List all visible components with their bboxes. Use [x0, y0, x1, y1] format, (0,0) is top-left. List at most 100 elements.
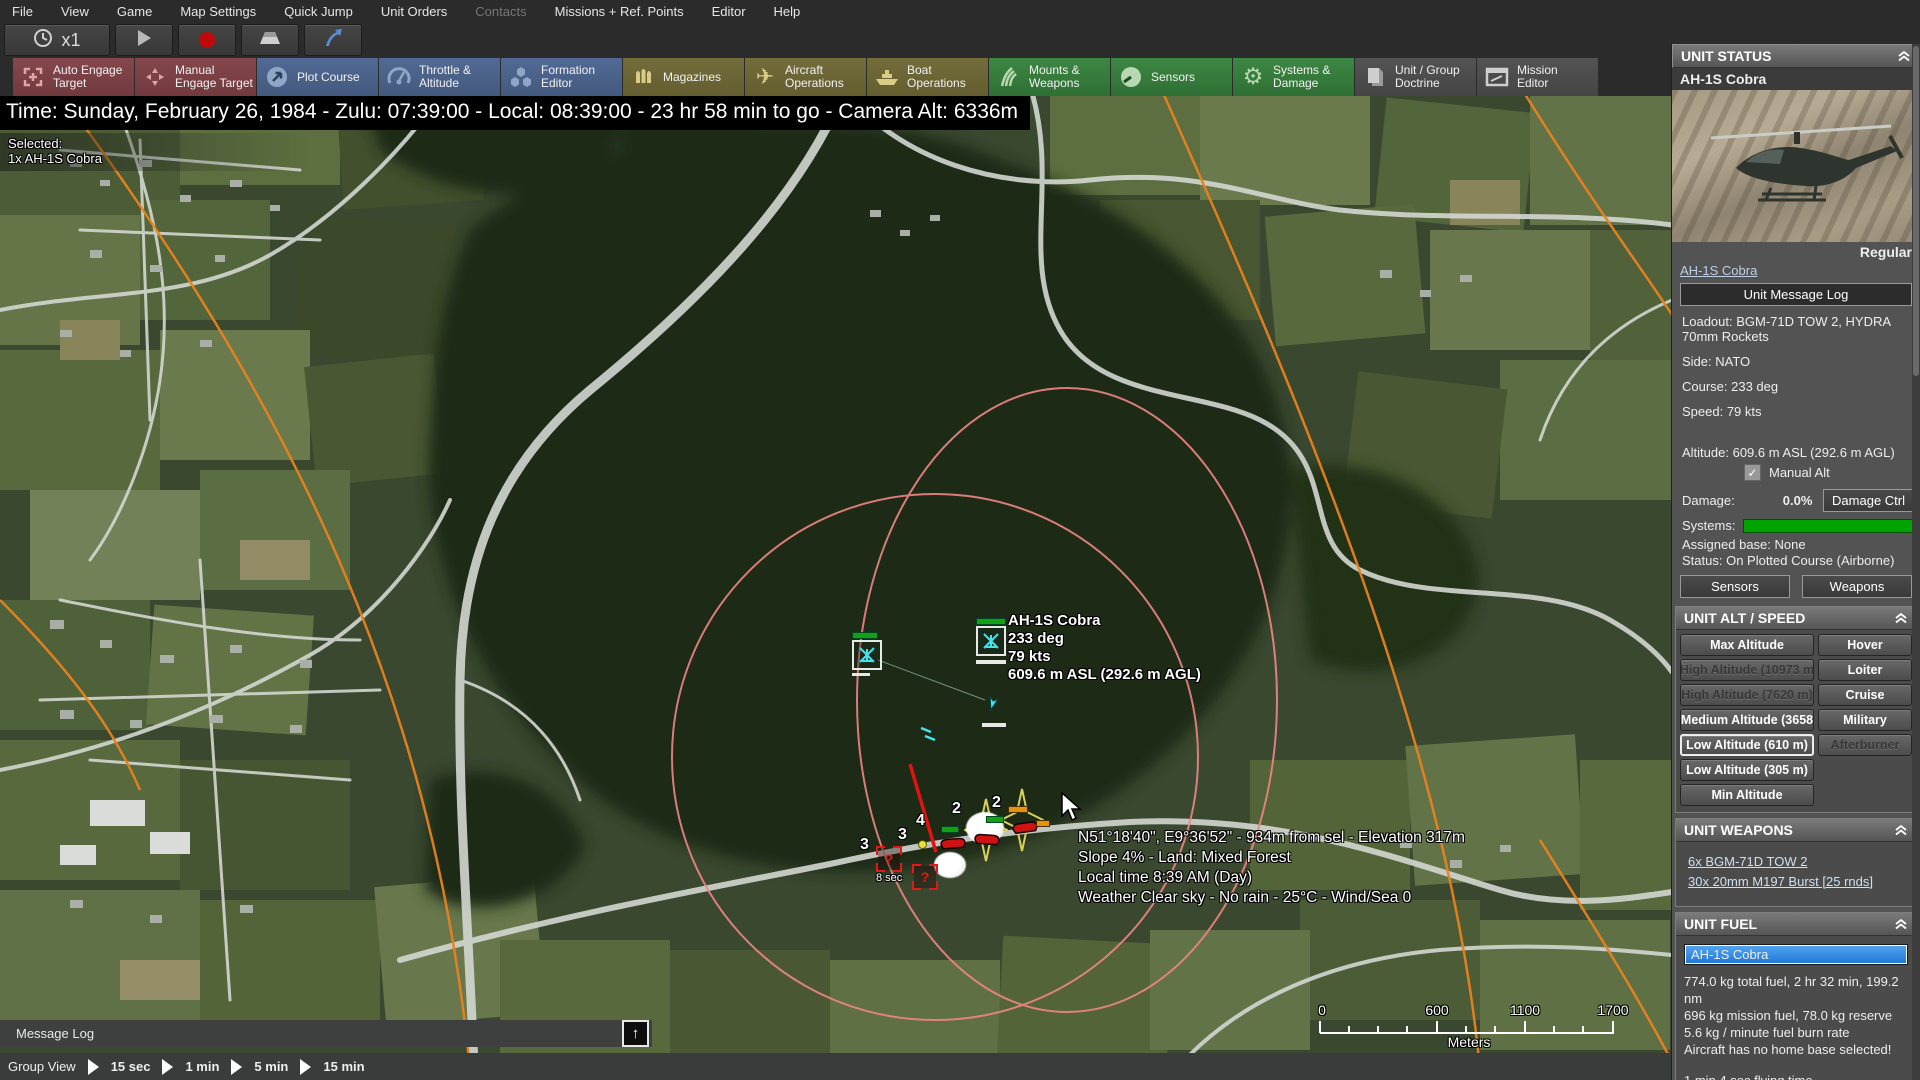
menu-missions-ref-points[interactable]: Missions + Ref. Points — [555, 4, 684, 19]
systems-damage-button[interactable]: ⚙ Systems & Damage — [1233, 58, 1354, 96]
throttle-altitude-button[interactable]: Throttle & Altitude — [379, 58, 500, 96]
unit-base-line — [976, 660, 1006, 664]
menu-help[interactable]: Help — [774, 4, 801, 19]
play-arrow-icon[interactable] — [231, 1058, 243, 1075]
menu-unit-orders[interactable]: Unit Orders — [381, 4, 447, 19]
sidebar-scrollbar[interactable] — [1912, 44, 1920, 1080]
manual-engage-icon — [141, 63, 169, 91]
manual-alt-checkbox[interactable]: ✓ — [1744, 464, 1761, 481]
speed-button-cruise[interactable]: Cruise — [1818, 684, 1912, 706]
unit-status-header[interactable]: UNIT STATUS — [1672, 44, 1920, 68]
weapon-link-m197[interactable]: 30x 20mm M197 Burst [25 rnds] — [1688, 872, 1904, 892]
manual-engage-target-button[interactable]: Manual Engage Target — [135, 58, 256, 96]
unit-weapons-header[interactable]: UNIT WEAPONS — [1676, 819, 1916, 842]
weapons-panel-button[interactable]: Weapons — [1802, 575, 1912, 598]
mounts-weapons-button[interactable]: Mounts & Weapons — [989, 58, 1110, 96]
menu-map-settings[interactable]: Map Settings — [180, 4, 256, 19]
menu-file[interactable]: File — [12, 4, 33, 19]
speed-button-military[interactable]: Military — [1818, 709, 1912, 731]
health-bar-damaged — [1036, 820, 1050, 827]
friendly-unit-icon[interactable] — [852, 632, 882, 676]
magazines-button[interactable]: Magazines — [623, 58, 744, 96]
health-bar — [852, 632, 878, 639]
unit-name-link[interactable]: AH-1S Cobra — [1672, 262, 1765, 279]
health-bar — [986, 816, 1004, 823]
speed-option-15min[interactable]: 15 min — [323, 1059, 364, 1074]
selected-unit-icon[interactable] — [976, 618, 1006, 664]
speed-button-hover[interactable]: Hover — [1818, 634, 1912, 656]
menu-contacts: Contacts — [475, 3, 527, 19]
collapse-icon[interactable] — [1897, 50, 1911, 62]
magazines-icon — [629, 63, 657, 91]
unit-fuel-header[interactable]: UNIT FUEL — [1676, 913, 1916, 936]
unit-fuel-panel: UNIT FUEL AH-1S Cobra 774.0 kg total fue… — [1675, 912, 1917, 1080]
waypoint-dot — [918, 840, 927, 849]
collapse-icon[interactable] — [1894, 918, 1908, 930]
fuel-unit-selected-row[interactable]: AH-1S Cobra — [1684, 944, 1908, 965]
alt-button-min[interactable]: Min Altitude — [1680, 784, 1814, 806]
message-log-bar[interactable]: Message Log ↑ — [0, 1020, 652, 1047]
weapon-link-tow[interactable]: 6x BGM-71D TOW 2 — [1688, 852, 1904, 872]
menu-quick-jump[interactable]: Quick Jump — [284, 4, 353, 19]
group-view-label[interactable]: Group View — [8, 1059, 76, 1074]
aircraft-operations-button[interactable]: ✈ Aircraft Operations — [745, 58, 866, 96]
damage-ctrl-button[interactable]: Damage Ctrl — [1823, 489, 1914, 512]
auto-engage-icon — [19, 63, 47, 91]
record-icon — [199, 32, 215, 48]
sensors-button[interactable]: Sensors — [1111, 58, 1232, 96]
speed-button-loiter[interactable]: Loiter — [1818, 659, 1912, 681]
speed-option-5min[interactable]: 5 min — [254, 1059, 288, 1074]
speed-option-15sec[interactable]: 15 sec — [111, 1059, 151, 1074]
expand-log-button[interactable]: ↑ — [622, 1020, 649, 1047]
record-button[interactable] — [178, 24, 236, 56]
boat-operations-button[interactable]: Boat Operations — [867, 58, 988, 96]
speed-text: Speed: 79 kts — [1682, 404, 1762, 419]
auto-engage-target-button[interactable]: Auto Engage Target — [13, 58, 134, 96]
map-view-button[interactable] — [241, 24, 299, 56]
time-compression-button[interactable]: x1 — [4, 24, 110, 56]
play-button[interactable] — [115, 24, 173, 56]
alt-button-low-610[interactable]: Low Altitude (610 m) — [1680, 734, 1814, 756]
waypoint-number: 3 — [898, 826, 907, 843]
manual-alt-row: ✓ Manual Alt — [1744, 464, 1920, 481]
menu-view[interactable]: View — [61, 4, 89, 19]
collapse-icon[interactable] — [1894, 612, 1908, 624]
play-arrow-icon[interactable] — [300, 1058, 312, 1075]
unit-message-log-button[interactable]: Unit Message Log — [1680, 283, 1912, 306]
alt-button-max[interactable]: Max Altitude — [1680, 634, 1814, 656]
speed-multiplier: x1 — [61, 29, 81, 50]
menu-editor[interactable]: Editor — [712, 4, 746, 19]
alt-button-high-7620: High Altitude (7620 m) — [1680, 684, 1814, 706]
alt-button-low-305[interactable]: Low Altitude (305 m) — [1680, 759, 1814, 781]
enemy-unit-icon[interactable] — [972, 830, 1002, 851]
speed-option-1min[interactable]: 1 min — [185, 1059, 219, 1074]
scrollbar-thumb[interactable] — [1913, 46, 1919, 376]
unit-label-altitude: 609.6 m ASL (292.6 m AGL) — [1008, 666, 1201, 683]
map-tooltip: N51°18'40", E9°36'52" - 934m from sel - … — [1078, 829, 1465, 906]
play-arrow-icon[interactable] — [87, 1058, 99, 1075]
map-viewport[interactable]: AH-1S Cobra 233 deg 79 kts 609.6 m ASL (… — [0, 96, 1672, 1080]
formation-editor-button[interactable]: Formation Editor — [501, 58, 622, 96]
unknown-contact-icon[interactable]: ? — [912, 864, 938, 890]
collapse-icon[interactable] — [1894, 824, 1908, 836]
play-arrow-icon[interactable] — [162, 1058, 174, 1075]
time-status-bar: Time: Sunday, February 26, 1984 - Zulu: … — [0, 96, 1031, 130]
jump-to-button[interactable] — [304, 24, 362, 56]
menu-game[interactable]: Game — [117, 4, 152, 19]
scale-tick-label: 1700 — [1597, 1002, 1629, 1018]
unknown-contact-icon[interactable]: ? — [876, 846, 902, 872]
enemy-unit-icon[interactable] — [938, 834, 968, 855]
plot-course-button[interactable]: Plot Course — [257, 58, 378, 96]
alt-button-medium-3658[interactable]: Medium Altitude (3658 — [1680, 709, 1814, 731]
up-arrow-icon: ↑ — [631, 1025, 640, 1042]
unit-group-doctrine-button[interactable]: Unit / Group Doctrine — [1355, 58, 1476, 96]
mission-editor-button[interactable]: Mission Editor — [1477, 58, 1598, 96]
assigned-base-text: Assigned base: None — [1682, 537, 1806, 552]
unit-alt-speed-header[interactable]: UNIT ALT / SPEED — [1676, 607, 1916, 630]
toolbar: Auto Engage Target Manual Engage Target Pl… — [0, 58, 1920, 96]
systems-health-bar — [1743, 518, 1914, 533]
friendly-contact-icon[interactable] — [982, 692, 1006, 727]
unit-map-label: AH-1S Cobra 233 deg 79 kts 609.6 m ASL (… — [1008, 612, 1201, 684]
sensors-panel-button[interactable]: Sensors — [1680, 575, 1790, 598]
small-contact-mark — [919, 724, 939, 747]
